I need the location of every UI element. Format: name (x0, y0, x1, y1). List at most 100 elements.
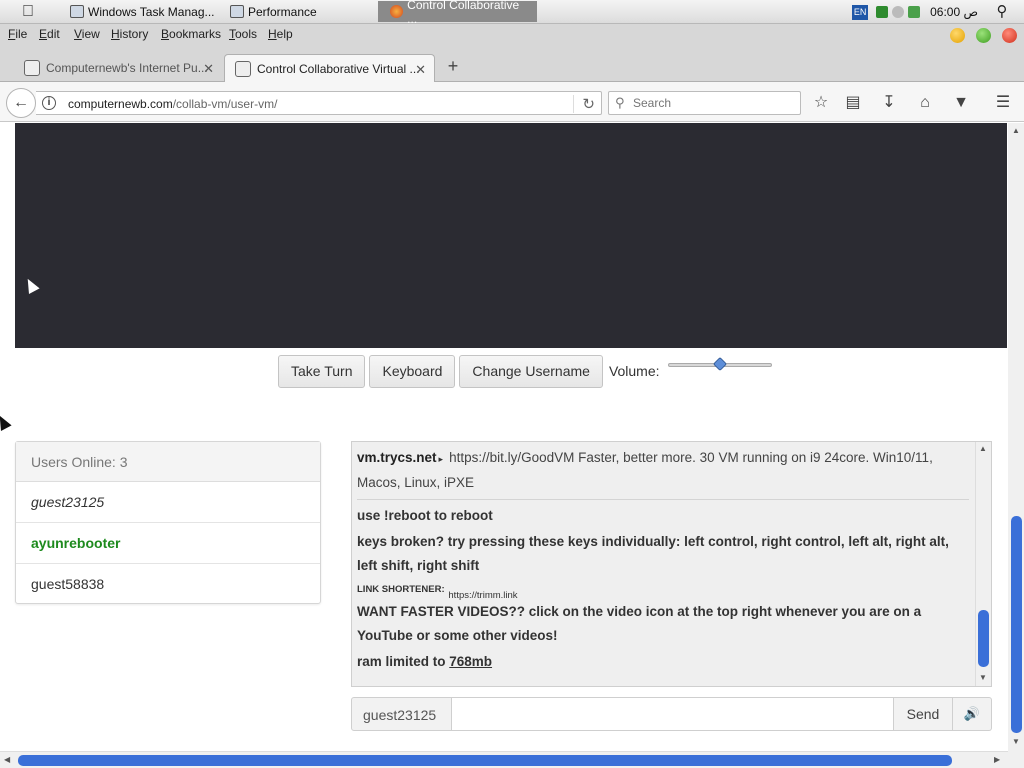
users-online-header: Users Online: 3 (16, 442, 320, 482)
tab-control-collaborative[interactable]: Control Collaborative Virtual ... ✕ (224, 54, 435, 82)
system-tray: EN 06:00 ص ⚲ (852, 0, 1024, 24)
menu-bookmarks[interactable]: Bookmarks (161, 27, 221, 41)
scroll-up-icon[interactable]: ▲ (979, 444, 987, 453)
volume-label: Volume: (608, 363, 660, 379)
take-turn-button[interactable]: Take Turn (278, 354, 366, 388)
speaker-icon[interactable]: 🔊 (953, 697, 992, 731)
tab-strip: Computernewb's Internet Pu... ✕ Control … (0, 44, 1024, 82)
tab-computernewb[interactable]: Computernewb's Internet Pu... ✕ (0, 54, 222, 82)
volume-slider[interactable] (668, 356, 772, 372)
close-icon[interactable]: ✕ (203, 61, 214, 77)
tab-label: Computernewb's Internet Pu... (46, 61, 208, 75)
menu-tools[interactable]: Tools (229, 27, 257, 41)
network-icon[interactable] (876, 6, 889, 18)
taskbar-item-label: Windows Task Manag... (88, 4, 215, 19)
computernewb-favicon-icon (24, 60, 40, 76)
firefox-icon (390, 5, 404, 18)
menu-view[interactable]: View (74, 27, 100, 41)
language-indicator[interactable]: EN (852, 4, 869, 20)
volume-slider-handle[interactable] (712, 356, 728, 372)
chat-message: use !reboot to reboot (357, 508, 493, 523)
url-bar[interactable]: i computernewb.com/collab-vm/user-vm/ ↻ (36, 91, 602, 115)
nav-bar: i computernewb.com/collab-vm/user-vm/ ↻ … (0, 82, 1024, 122)
user-item[interactable]: guest23125 (16, 482, 320, 523)
chat-nick: vm.trycs.net (357, 450, 437, 465)
scroll-down-icon[interactable]: ▼ (1012, 737, 1020, 746)
scroll-right-icon[interactable]: ▶ (994, 755, 1000, 764)
keyboard-button[interactable]: Keyboard (369, 354, 456, 388)
chat-scrollbar[interactable]: ▲ ▼ (975, 442, 991, 686)
menu-help[interactable]: Help (268, 27, 293, 41)
hamburger-menu-icon[interactable]: ☰ (992, 92, 1014, 114)
clock[interactable]: 06:00 ص (930, 5, 978, 19)
back-button[interactable]: ← (6, 88, 36, 118)
search-icon[interactable]: ⚲ (992, 2, 1012, 22)
url-host: computernewb.com (68, 97, 173, 111)
link-shortener-link[interactable]: https://trimm.link (448, 590, 517, 601)
chat-panel: vm.trycs.net ▸ https://bit.ly/GoodVM Faste… (351, 441, 992, 687)
close-icon[interactable]: ✕ (415, 62, 426, 78)
taskbar-item-label: Control Collaborative ... (407, 0, 520, 26)
user-item[interactable]: ayunrebooter (16, 523, 320, 564)
scroll-left-icon[interactable]: ◀ (4, 755, 10, 764)
arrow-right-icon: ▸ (438, 454, 444, 464)
send-button[interactable]: Send (894, 697, 953, 731)
menu-file[interactable]: File (8, 27, 27, 41)
vm-cursor-icon (22, 276, 40, 294)
url-path: /collab-vm/user-vm/ (172, 97, 278, 111)
ram-text: ram limited to (357, 654, 450, 669)
chat-message: LINK SHORTENER: https://trimm.link (357, 580, 969, 601)
search-icon: ⚲ (615, 95, 625, 110)
menu-edit[interactable]: Edit (39, 27, 60, 41)
volume-tray-icon[interactable] (892, 6, 905, 18)
chat-message: keys broken? try pressing these keys ind… (357, 534, 949, 573)
chat-message: ram limited to 768mb (357, 650, 969, 674)
vm-controls: Take Turn Keyboard Change Username Volum… (278, 354, 772, 388)
page-vertical-scrollbar-thumb[interactable] (1011, 516, 1022, 733)
chat-text: https://bit.ly/GoodVM Faster, better mor… (357, 450, 933, 490)
bookmark-star-icon[interactable]: ☆ (810, 92, 832, 114)
reading-list-icon[interactable]: ▤ (842, 92, 864, 114)
menu-bar: File Edit View History Bookmarks Tools H… (0, 24, 1024, 44)
search-box[interactable]: ⚲ (608, 91, 801, 115)
apple-icon[interactable]:  (18, 2, 38, 22)
search-input[interactable] (633, 95, 793, 111)
taskbar-item-label: Performance (248, 4, 317, 19)
page-vertical-scrollbar[interactable]: ▲ ▼ (1008, 123, 1024, 751)
page-horizontal-scrollbar[interactable]: ◀ ▶ (0, 751, 1008, 768)
maximize-button[interactable] (976, 28, 991, 43)
taskbar-item-firefox[interactable]: Control Collaborative ... (378, 0, 537, 26)
url-text[interactable]: computernewb.com/collab-vm/user-vm/ (68, 97, 277, 111)
chat-input-bar: guest23125 Send 🔊 (351, 697, 992, 731)
close-window-button[interactable] (1002, 28, 1017, 43)
chat-scrollbar-thumb[interactable] (978, 610, 989, 667)
reload-icon[interactable]: ↻ (573, 95, 595, 113)
scroll-down-icon[interactable]: ▼ (979, 673, 987, 682)
minimize-button[interactable] (950, 28, 965, 43)
download-icon[interactable]: ↧ (878, 92, 900, 114)
chat-message: vm.trycs.net ▸ https://bit.ly/GoodVM Faste… (357, 446, 969, 500)
link-shortener-label: LINK SHORTENER: (357, 584, 445, 595)
os-taskbar:  Windows Task Manag... Performance Cont… (0, 0, 1024, 26)
new-tab-icon[interactable]: + (444, 57, 462, 76)
pocket-icon[interactable]: ▼ (950, 92, 972, 114)
update-icon[interactable] (908, 6, 921, 18)
taskbar-item-task-manager[interactable]: Windows Task Manag... (70, 1, 215, 22)
ram-link[interactable]: 768mb (449, 654, 492, 669)
tab-label: Control Collaborative Virtual ... (257, 61, 420, 76)
scrollbar-corner (1008, 751, 1024, 768)
taskbar-item-performance[interactable]: Performance (230, 1, 317, 22)
scroll-up-icon[interactable]: ▲ (1012, 126, 1020, 135)
change-username-button[interactable]: Change Username (459, 354, 603, 388)
user-item[interactable]: guest58838 (16, 564, 320, 605)
vm-display[interactable] (15, 123, 1007, 348)
users-panel: Users Online: 3 guest23125 ayunrebooter … (15, 441, 321, 604)
home-icon[interactable]: ⌂ (914, 92, 936, 114)
chat-input[interactable] (452, 697, 894, 731)
chat-messages: vm.trycs.net ▸ https://bit.ly/GoodVM Faste… (357, 446, 969, 676)
chat-message: WANT FASTER VIDEOS?? click on the video … (357, 604, 922, 643)
chat-username: guest23125 (351, 697, 452, 731)
page-horizontal-scrollbar-thumb[interactable] (18, 755, 952, 766)
info-icon[interactable]: i (42, 96, 56, 110)
menu-history[interactable]: History (111, 27, 148, 41)
